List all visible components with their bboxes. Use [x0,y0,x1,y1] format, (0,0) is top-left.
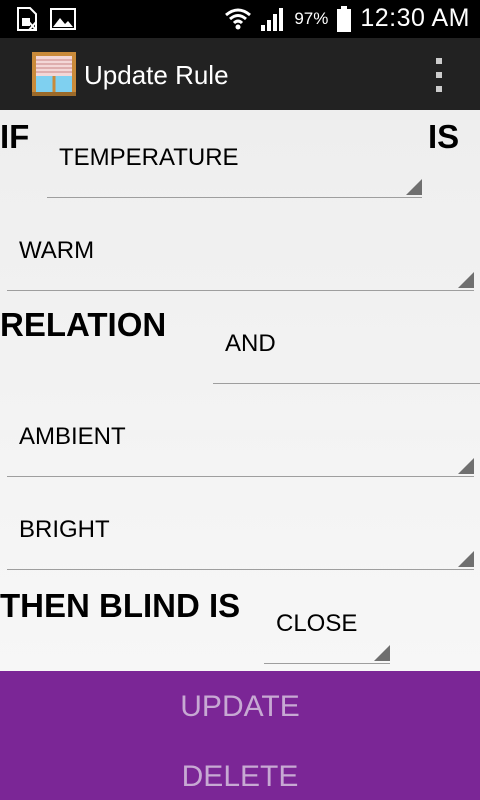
then-blind-label: THEN BLIND IS [0,587,241,624]
state-spinner-value: WARM [19,237,95,264]
action-spinner[interactable]: CLOSE [264,604,390,664]
if-label: IF [0,118,30,155]
button-area: UPDATE DELETE [0,671,480,800]
signal-icon [261,7,284,31]
sensor2-spinner-value: AMBIENT [19,423,126,450]
action-spinner-value: CLOSE [276,610,358,637]
dropdown-arrow-icon [458,551,474,567]
sensor2-spinner[interactable]: AMBIENT [7,417,474,477]
is-label: IS [428,118,460,155]
sensor-spinner-value: TEMPERATURE [59,144,239,171]
battery-percent: 97% [294,8,329,28]
dropdown-arrow-icon [458,272,474,288]
sensor-spinner[interactable]: TEMPERATURE [47,138,422,198]
dropdown-arrow-icon [458,458,474,474]
relation-spinner[interactable]: AND [213,324,480,384]
image-icon [50,8,76,30]
relation-spinner-value: AND [225,330,276,357]
page-title: Update Rule [84,60,229,90]
battery-icon [337,5,352,32]
state2-spinner[interactable]: BRIGHT [7,510,474,570]
status-time: 12:30 AM [360,4,470,32]
relation-label: RELATION [0,306,167,343]
dropdown-arrow-icon [406,179,422,195]
sim-card-icon [17,7,37,31]
delete-button[interactable]: DELETE [0,745,480,800]
dropdown-arrow-icon [374,645,390,661]
update-button[interactable]: UPDATE [0,675,480,739]
state-spinner[interactable]: WARM [7,231,474,291]
blind-window-app-icon [32,52,76,96]
rule-form: IF IS TEMPERATURE WARM RELATION AND AMBI… [0,110,480,671]
action-bar: Update Rule [0,38,480,110]
wifi-icon [225,8,252,29]
state2-spinner-value: BRIGHT [19,516,110,543]
overflow-menu-icon[interactable] [434,58,444,92]
status-bar: 97% 12:30 AM [0,0,480,38]
